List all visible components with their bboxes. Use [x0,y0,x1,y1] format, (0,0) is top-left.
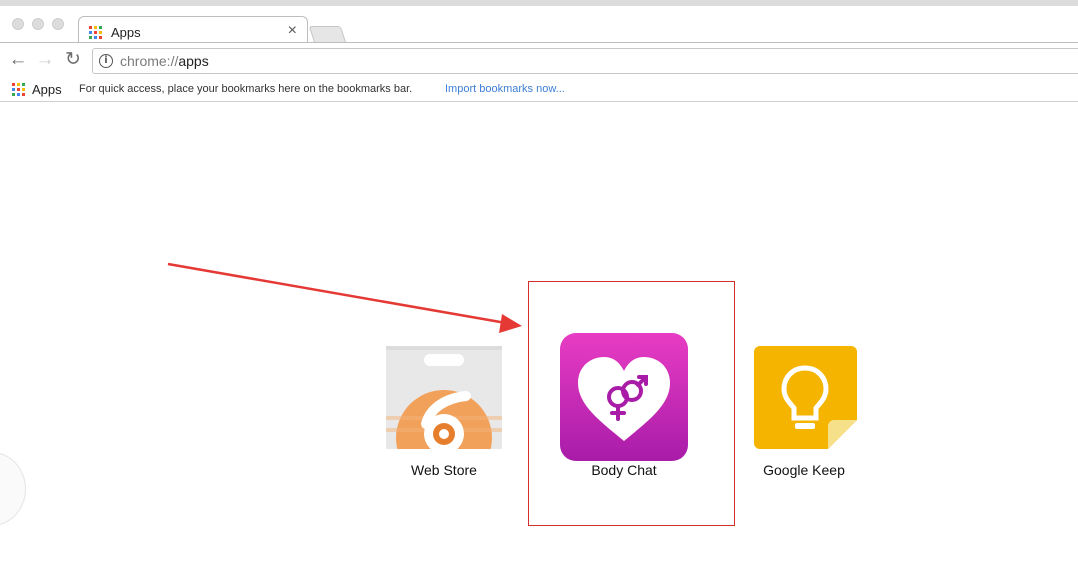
info-icon[interactable]: i [99,54,113,68]
body-chat-icon [560,333,688,461]
forward-button[interactable]: → [35,50,55,70]
maximize-window-button[interactable] [52,18,64,30]
back-button[interactable]: ← [8,50,28,70]
google-keep-icon [754,346,857,449]
app-label-web-store: Web Store [411,462,477,478]
app-web-store[interactable]: Web Store [384,346,504,480]
url-text[interactable]: chrome://apps [120,53,209,69]
tab-title: Apps [111,25,141,40]
web-store-icon [386,346,502,449]
app-label-google-keep: Google Keep [763,462,845,478]
bookmarks-apps-label: Apps [32,82,62,97]
app-label-body-chat: Body Chat [591,462,657,478]
address-bar[interactable]: i chrome://apps [92,48,1078,74]
minimize-window-button[interactable] [32,18,44,30]
app-google-keep[interactable]: Google Keep [744,346,864,480]
reload-button[interactable]: ↻ [63,50,83,70]
close-window-button[interactable] [12,18,24,30]
bookmarks-hint: For quick access, place your bookmarks h… [79,83,413,95]
apps-page: Web Store Body Chat Google Keep [0,102,1078,583]
apps-grid-icon [12,83,25,96]
title-bar: Apps × [0,0,1078,49]
page-side-handle[interactable] [0,452,26,526]
url-path: apps [178,53,209,69]
app-body-chat[interactable]: Body Chat [560,333,688,480]
toolbar: ← → ↻ i chrome://apps [0,42,1078,78]
url-scheme: chrome:// [120,53,179,69]
apps-grid-icon [89,26,102,39]
bookmarks-bar: Apps For quick access, place your bookma… [0,78,1078,102]
tab-close-icon[interactable]: × [288,22,297,40]
import-bookmarks-link[interactable]: Import bookmarks now... [445,83,565,95]
